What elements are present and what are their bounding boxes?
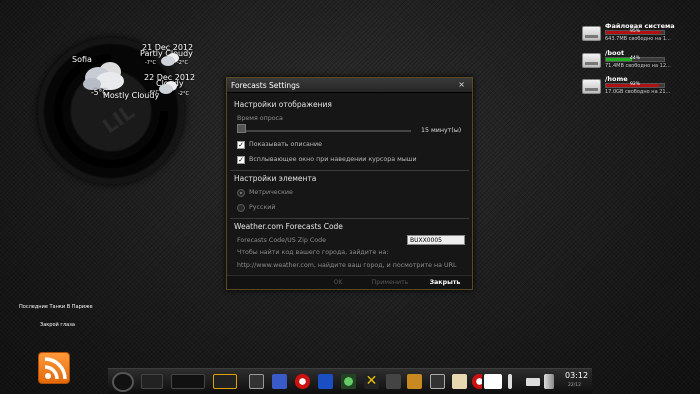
desktop-pager-icon[interactable] — [141, 374, 163, 389]
hard-drive-icon — [582, 53, 601, 68]
dialog-title: Forecasts Settings — [231, 81, 300, 90]
metric-label: Метрические — [249, 189, 293, 196]
poll-interval-value: 15 минут(ы) — [421, 127, 462, 134]
drive-usage-bar: 95% — [605, 29, 665, 35]
dialog-titlebar[interactable]: Forecasts Settings × — [227, 78, 472, 93]
forecast-low-1: -7°C — [145, 60, 156, 66]
drive-free-space: 643.7MB свободно на 1... — [605, 36, 671, 42]
dictionary-icon[interactable] — [452, 374, 467, 389]
forecasts-settings-dialog: Forecasts Settings × Настройки отображен… — [226, 77, 473, 290]
apply-button[interactable]: Применить — [365, 278, 415, 288]
hard-drive-icon — [582, 26, 601, 41]
element-section-title: Настройки элемента — [234, 174, 317, 183]
terminal-icon[interactable] — [249, 374, 264, 389]
forecast-cloud-icon-2 — [159, 81, 177, 94]
dialog-button-row: OK Применить Закрыть — [227, 275, 472, 289]
clock[interactable]: 03:12 — [565, 371, 588, 380]
forecast-high-2: -2°C — [178, 91, 189, 97]
app-icon[interactable] — [341, 374, 356, 389]
show-description-checkbox[interactable]: ✓ — [237, 141, 245, 149]
poll-interval-handle[interactable] — [237, 124, 246, 133]
files-icon[interactable] — [272, 374, 287, 389]
show-desktop-icon[interactable] — [171, 374, 205, 389]
drive-boot: /boot 44% 71.4MB свободно на 12... — [582, 49, 698, 71]
book-icon[interactable] — [407, 374, 422, 389]
date: 22/12 — [568, 383, 581, 388]
drive-free-space: 71.4MB свободно на 12... — [605, 63, 671, 69]
drive-usage-bar: 44% — [605, 56, 665, 62]
russian-radio[interactable] — [237, 204, 245, 212]
drive-root: Файловая система 95% 643.7MB свободно на… — [582, 22, 698, 44]
opera-icon[interactable] — [295, 374, 310, 389]
poll-interval-slider[interactable] — [243, 130, 411, 132]
help-text-line2: http://www.weather.com, найдите ваш горо… — [237, 262, 457, 269]
news-title[interactable]: Последние Танки В Париже — [19, 304, 93, 310]
show-popup-checkbox[interactable]: ✓ — [237, 156, 245, 164]
zip-code-input[interactable] — [407, 235, 465, 245]
poll-interval-label: Время опроса — [237, 115, 283, 122]
menu-orb-icon[interactable] — [112, 372, 134, 392]
forecast-low-2: -6°C — [148, 90, 159, 96]
weather-code-section-title: Weather.com Forecasts Code — [234, 222, 343, 231]
show-popup-label: Всплывающее окно при наведении курсора м… — [249, 156, 417, 163]
active-window-task-icon[interactable] — [213, 374, 237, 389]
thermometer-icon[interactable] — [508, 374, 512, 389]
ring-watermark: LIL — [98, 100, 139, 139]
media-icon[interactable] — [386, 374, 401, 389]
display-section-title: Настройки отображения — [234, 100, 332, 109]
drive-home: /home 92% 17.0GB свободно на 21... — [582, 75, 698, 97]
section-divider — [230, 218, 469, 219]
close-icon[interactable]: × — [458, 80, 465, 89]
drive-usage-percent: 92% — [629, 82, 640, 87]
show-description-label: Показывать описание — [249, 141, 322, 148]
help-text-line1: Чтобы найти код вашего города, зайдите н… — [237, 249, 389, 256]
drive-usage-percent: 95% — [629, 29, 640, 34]
zip-code-label: Forecasts Code/US Zip Code — [237, 237, 326, 244]
windows-icon[interactable] — [484, 374, 502, 389]
battery-icon[interactable] — [526, 378, 540, 386]
russian-label: Русский — [249, 204, 276, 211]
close-button[interactable]: Закрыть — [419, 278, 471, 288]
drive-usage-percent: 44% — [629, 56, 640, 61]
volume-icon[interactable] — [544, 374, 554, 389]
forecast-high-1: -2°C — [177, 60, 188, 66]
tools-icon[interactable]: ✕ — [364, 374, 379, 389]
metric-radio[interactable] — [237, 189, 245, 197]
drive-usage-bar: 92% — [605, 82, 665, 88]
news-subtitle[interactable]: Закрой глаза — [40, 322, 75, 328]
ok-button[interactable]: OK — [315, 278, 361, 288]
drive-free-space: 17.0GB свободно на 21... — [605, 89, 671, 95]
weather-city: Sofia — [72, 55, 92, 64]
rss-icon[interactable] — [38, 352, 70, 384]
monitor-icon[interactable] — [430, 374, 445, 389]
section-divider — [230, 170, 469, 171]
hard-drive-icon — [582, 79, 601, 94]
browser-icon[interactable] — [318, 374, 333, 389]
weather-widget: LIL Sofia -5°C Mostly Cloudy 21 Dec 2012… — [0, 0, 230, 190]
